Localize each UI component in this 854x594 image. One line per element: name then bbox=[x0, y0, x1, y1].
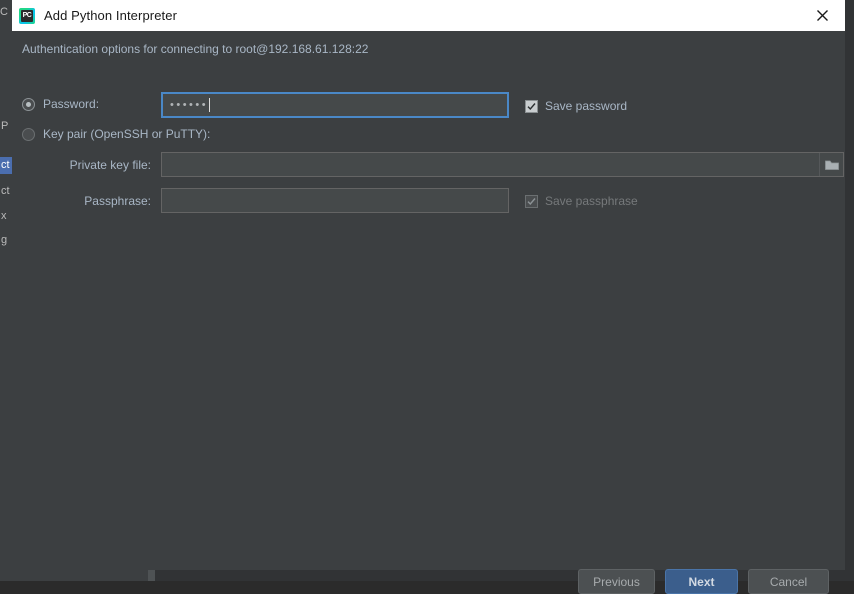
dialog-body: Authentication options for connecting to… bbox=[12, 31, 845, 594]
sidebar-fragment-top: C bbox=[0, 6, 8, 18]
save-passphrase-checkbox-box[interactable] bbox=[525, 194, 538, 208]
pycharm-icon: PC bbox=[19, 7, 35, 24]
keypair-radio-label: Key pair (OpenSSH or PuTTY): bbox=[43, 127, 211, 141]
save-password-label: Save password bbox=[545, 99, 628, 113]
pycharm-icon-text: PC bbox=[21, 9, 33, 22]
dialog-footer: Previous Next Cancel bbox=[12, 537, 845, 594]
private-key-file-input[interactable] bbox=[161, 152, 844, 177]
private-key-file-label: Private key file: bbox=[69, 158, 151, 172]
check-icon bbox=[527, 102, 536, 110]
sidebar-fragment-selected[interactable]: ct bbox=[0, 157, 12, 174]
sidebar-fragment-4: x bbox=[1, 210, 7, 222]
save-password-checkbox[interactable]: Save password bbox=[525, 99, 627, 113]
ide-right-strip bbox=[845, 0, 854, 566]
password-radio[interactable] bbox=[22, 97, 35, 111]
keypair-radio-row[interactable]: Key pair (OpenSSH or PuTTY): bbox=[22, 127, 210, 141]
check-icon bbox=[527, 197, 536, 205]
sidebar-fragment-1: P bbox=[1, 120, 9, 132]
dialog-title: Add Python Interpreter bbox=[44, 8, 177, 23]
cancel-button[interactable]: Cancel bbox=[748, 569, 829, 594]
add-python-interpreter-dialog: PC Add Python Interpreter Authentication… bbox=[12, 0, 845, 594]
keypair-radio[interactable] bbox=[22, 127, 35, 141]
password-input[interactable]: •••••• bbox=[161, 92, 509, 118]
save-passphrase-checkbox[interactable]: Save passphrase bbox=[525, 194, 638, 208]
password-masked-value: •••••• bbox=[170, 98, 209, 111]
sidebar-fragment-5: g bbox=[1, 234, 8, 246]
save-passphrase-label: Save passphrase bbox=[545, 194, 638, 208]
text-caret bbox=[209, 98, 211, 112]
password-radio-row[interactable]: Password: bbox=[22, 97, 99, 111]
ide-sidebar-strip[interactable]: C P ct ct x g bbox=[0, 0, 12, 566]
close-icon[interactable] bbox=[799, 0, 845, 31]
save-password-checkbox-box[interactable] bbox=[525, 99, 538, 113]
next-button[interactable]: Next bbox=[665, 569, 738, 594]
folder-icon[interactable] bbox=[819, 153, 843, 176]
passphrase-input[interactable] bbox=[161, 188, 509, 213]
sidebar-fragment-3: ct bbox=[1, 185, 10, 197]
authentication-description: Authentication options for connecting to… bbox=[22, 42, 369, 56]
password-radio-label: Password: bbox=[43, 97, 100, 111]
dialog-titlebar: PC Add Python Interpreter bbox=[12, 0, 845, 31]
screen: C P ct ct x g PC Add Python Interpreter … bbox=[0, 0, 854, 594]
previous-button[interactable]: Previous bbox=[578, 569, 655, 594]
passphrase-label: Passphrase: bbox=[84, 194, 151, 208]
